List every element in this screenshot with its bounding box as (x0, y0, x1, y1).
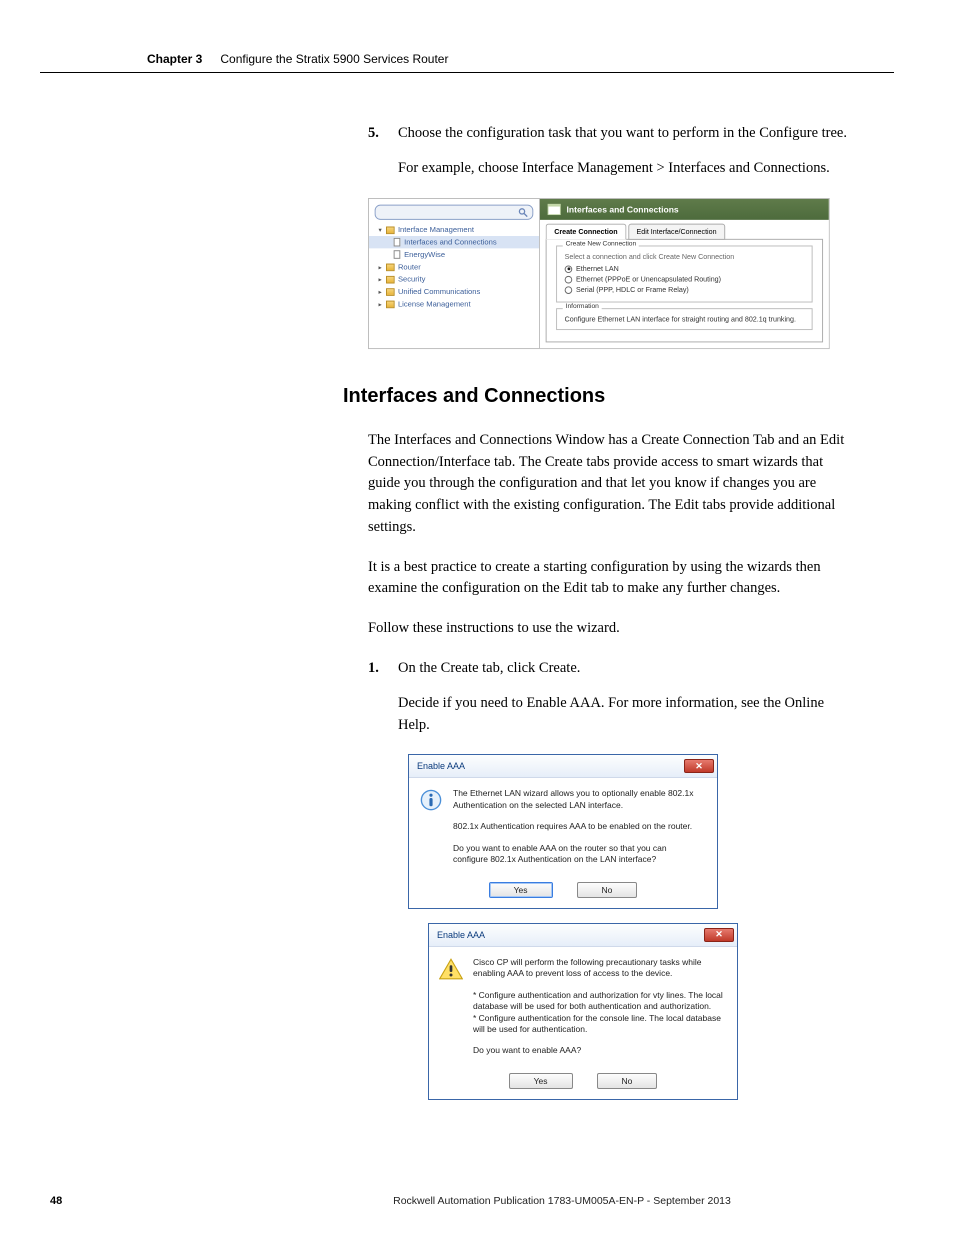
tree-router[interactable]: Router (369, 260, 539, 272)
tree-label: EnergyWise (404, 250, 445, 259)
dialog-title: Enable AAA (417, 761, 465, 771)
chapter-label: Chapter 3 (147, 52, 202, 66)
fieldset-legend: Information (563, 303, 602, 310)
warning-icon (439, 957, 463, 981)
tree-interface-mgmt[interactable]: Interface Management (369, 223, 539, 235)
radio-ethernet-lan[interactable]: Ethernet LAN (565, 264, 804, 273)
nav-tree: Interface Management Interfaces and Conn… (369, 199, 540, 348)
panel-body: Create New Connection Select a connectio… (546, 239, 823, 343)
window-icon (548, 203, 561, 214)
no-button[interactable]: No (577, 882, 638, 898)
chapter-title: Configure the Stratix 5900 Services Rout… (220, 52, 448, 66)
radio-label: Serial (PPP, HDLC or Frame Relay) (576, 285, 689, 294)
dialog-p3: Do you want to enable AAA? (473, 1045, 723, 1056)
detail-panel: Interfaces and Connections Create Connec… (540, 199, 829, 348)
publication-info: Rockwell Automation Publication 1783-UM0… (250, 1195, 874, 1207)
info-icon (419, 788, 443, 812)
config-tree-screenshot: Interface Management Interfaces and Conn… (368, 198, 830, 349)
radio-label: Ethernet LAN (576, 264, 619, 273)
radio-icon (565, 265, 573, 273)
step1-sub: Decide if you need to Enable AAA. For mo… (398, 693, 854, 737)
folder-icon (386, 288, 395, 296)
dialog-enable-aaa-1: Enable AAA ✕ The Ethernet LAN wizard all… (408, 754, 718, 908)
tree-label: Unified Communications (398, 287, 480, 296)
section-p1: The Interfaces and Connections Window ha… (368, 430, 854, 539)
folder-icon (386, 275, 395, 283)
step-1: 1. On the Create tab, click Create. (368, 658, 854, 679)
section-p2: It is a best practice to create a starti… (368, 557, 854, 601)
close-button[interactable]: ✕ (704, 928, 734, 942)
dialog-p3: Do you want to enable AAA on the router … (453, 843, 703, 866)
page-header: Chapter 3 Configure the Stratix 5900 Ser… (40, 0, 894, 73)
radio-label: Ethernet (PPPoE or Unencapsulated Routin… (576, 275, 721, 284)
step-5: 5. Choose the configuration task that yo… (368, 123, 854, 144)
step-text: Choose the configuration task that you w… (398, 123, 847, 144)
tree-security[interactable]: Security (369, 273, 539, 285)
tree-search[interactable] (375, 204, 534, 219)
panel-title: Interfaces and Connections (567, 204, 679, 214)
dialog-buttons: Yes No (409, 882, 717, 908)
dialog-p2: 802.1x Authentication requires AAA to be… (453, 821, 703, 832)
tree-label: License Management (398, 299, 471, 308)
step-number: 5. (368, 123, 386, 144)
no-button[interactable]: No (597, 1073, 658, 1089)
tree-interfaces-connections[interactable]: Interfaces and Connections (369, 236, 539, 248)
search-icon (518, 207, 528, 217)
folder-icon (386, 226, 395, 234)
dialog-body: Cisco CP will perform the following prec… (429, 947, 737, 1073)
panel-titlebar: Interfaces and Connections (540, 199, 829, 220)
tree-label: Router (398, 262, 421, 271)
yes-button[interactable]: Yes (509, 1073, 573, 1089)
page-icon (394, 238, 401, 247)
step-text: On the Create tab, click Create. (398, 658, 580, 679)
main-content: 5. Choose the configuration task that yo… (0, 73, 954, 1100)
dialog-text: The Ethernet LAN wizard allows you to op… (453, 788, 703, 875)
create-new-connection-fieldset: Create New Connection Select a connectio… (556, 245, 813, 302)
tree-label: Security (398, 275, 425, 284)
step-number: 1. (368, 658, 386, 679)
tree-license-mgmt[interactable]: License Management (369, 298, 539, 310)
fieldset-legend: Create New Connection (563, 241, 639, 248)
dialog-p1: Cisco CP will perform the following prec… (473, 957, 723, 980)
dialog-enable-aaa-2: Enable AAA ✕ Cisco CP will perform the f… (428, 923, 738, 1100)
dialog-buttons: Yes No (429, 1073, 737, 1099)
dialog-title: Enable AAA (437, 930, 485, 940)
folder-icon (386, 263, 395, 271)
radio-serial[interactable]: Serial (PPP, HDLC or Frame Relay) (565, 285, 804, 294)
dialog-titlebar: Enable AAA ✕ (429, 924, 737, 947)
step5-example: For example, choose Interface Management… (398, 158, 854, 180)
section-heading: Interfaces and Connections (343, 385, 854, 408)
close-button[interactable]: ✕ (684, 759, 714, 773)
page-icon (394, 250, 401, 259)
tree-label: Interface Management (398, 225, 474, 234)
information-fieldset: Information Configure Ethernet LAN inter… (556, 308, 813, 330)
tab-create-connection[interactable]: Create Connection (546, 223, 626, 239)
page-number: 48 (50, 1195, 250, 1207)
radio-ethernet-pppoe[interactable]: Ethernet (PPPoE or Unencapsulated Routin… (565, 275, 804, 284)
tree-label: Interfaces and Connections (404, 238, 497, 247)
dialog-p2: * Configure authentication and authoriza… (473, 990, 723, 1036)
dialog-body: The Ethernet LAN wizard allows you to op… (409, 778, 717, 881)
tab-edit-interface[interactable]: Edit Interface/Connection (628, 223, 725, 239)
radio-icon (565, 275, 573, 283)
section-p3: Follow these instructions to use the wiz… (368, 618, 854, 640)
tree-energywise[interactable]: EnergyWise (369, 248, 539, 260)
yes-button[interactable]: Yes (489, 882, 553, 898)
radio-icon (565, 286, 573, 294)
folder-icon (386, 300, 395, 308)
dialog-titlebar: Enable AAA ✕ (409, 755, 717, 778)
page-footer: 48 Rockwell Automation Publication 1783-… (0, 1195, 954, 1207)
tree-unified-comm[interactable]: Unified Communications (369, 285, 539, 297)
dialog-text: Cisco CP will perform the following prec… (473, 957, 723, 1067)
fieldset-hint: Select a connection and click Create New… (565, 252, 804, 261)
info-text: Configure Ethernet LAN interface for str… (565, 315, 804, 324)
panel-tabs: Create Connection Edit Interface/Connect… (546, 223, 823, 239)
dialog-p1: The Ethernet LAN wizard allows you to op… (453, 788, 703, 811)
